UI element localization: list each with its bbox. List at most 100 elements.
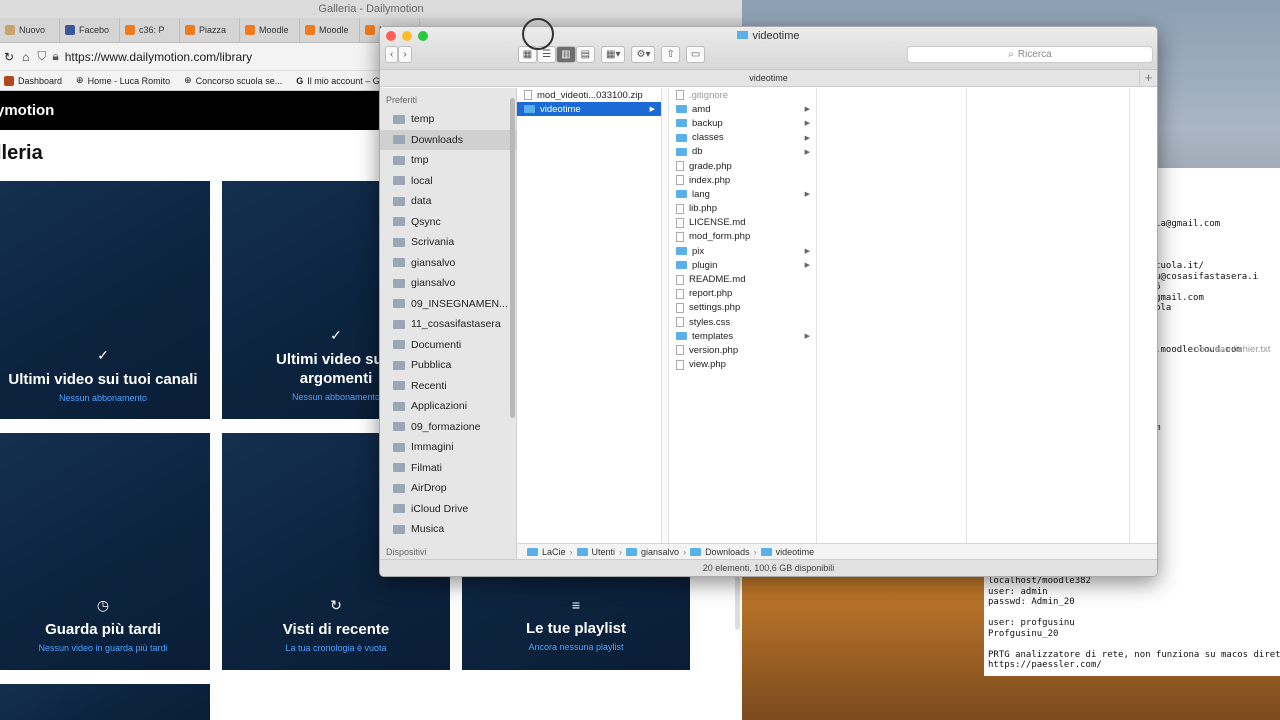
sidebar-item[interactable]: Scrivania <box>380 232 516 253</box>
library-card[interactable] <box>0 684 210 720</box>
add-tab-button[interactable]: + <box>1139 70 1157 86</box>
sidebar-item[interactable]: Filmati <box>380 458 516 479</box>
folder-icon <box>393 483 405 493</box>
file-row[interactable]: index.php <box>669 173 816 187</box>
globe-icon: ⊕ <box>76 75 84 85</box>
sidebar-item[interactable]: tmp <box>380 150 516 171</box>
file-row[interactable]: backup ▶ <box>669 116 816 130</box>
folder-icon <box>393 463 405 473</box>
tag-icon[interactable]: ▭ <box>685 46 706 63</box>
gallery-view-icon[interactable]: ▤ <box>575 46 596 63</box>
file-name: version.php <box>689 344 739 356</box>
browser-tab[interactable]: Facebo <box>60 17 120 43</box>
sidebar-item[interactable]: Pubblica <box>380 355 516 376</box>
browser-tab[interactable]: Nuovo <box>0 17 60 43</box>
browser-tab[interactable]: Piazza <box>180 17 240 43</box>
sidebar-item[interactable]: Applicazioni <box>380 396 516 417</box>
file-row[interactable]: grade.php <box>669 159 816 173</box>
file-row[interactable]: pix ▶ <box>669 244 816 258</box>
sidebar-item[interactable]: Qsync <box>380 212 516 233</box>
forward-button[interactable]: › <box>398 46 412 63</box>
bookmark-item[interactable]: G Il mio account – G <box>296 76 380 86</box>
sidebar-scrollbar[interactable] <box>510 98 515 418</box>
sidebar-item[interactable]: giansalvo <box>380 253 516 274</box>
sidebar-item[interactable]: Documenti <box>380 335 516 356</box>
file-row[interactable]: report.php <box>669 287 816 301</box>
file-row[interactable]: mod_form.php <box>669 230 816 244</box>
sidebar-item-label: Recenti <box>411 379 447 392</box>
library-card[interactable]: ◷ Guarda più tardi Nessun video in guard… <box>0 433 210 670</box>
breadcrumb-item[interactable]: giansalvo <box>641 547 679 557</box>
file-row[interactable]: amd ▶ <box>669 102 816 116</box>
sidebar-item[interactable]: Musica <box>380 519 516 540</box>
folder-icon <box>393 196 405 206</box>
search-input[interactable]: ⌕ Ricerca <box>907 46 1153 63</box>
file-icon <box>676 302 684 313</box>
bookmark-item[interactable]: Dashboard <box>4 75 62 86</box>
home-icon[interactable]: ⌂ <box>22 50 29 64</box>
library-card[interactable]: ✓ Ultimi video sui tuoi canali Nessun ab… <box>0 181 210 419</box>
file-row[interactable]: db ▶ <box>669 145 816 159</box>
chevron-right-icon: ▶ <box>804 106 810 114</box>
sidebar-item[interactable]: AirDrop <box>380 478 516 499</box>
column-view-icon[interactable]: ▥ <box>556 46 576 63</box>
sidebar-item-label: Scrivania <box>411 236 455 249</box>
breadcrumb-item[interactable]: LaCie <box>542 547 566 557</box>
sidebar-item-label: Applicazioni <box>411 400 468 413</box>
browser-tab[interactable]: Moodle <box>240 17 300 43</box>
sidebar-item[interactable]: 09_INSEGNAMEN... <box>380 294 516 315</box>
file-row[interactable]: mod_videoti...033100.zip <box>517 88 661 102</box>
editor-line: user: admin <box>988 586 1048 597</box>
group-icon[interactable]: ▦▾ <box>601 46 626 63</box>
sidebar-item[interactable]: local <box>380 171 516 192</box>
browser-tab[interactable]: c36: P <box>120 17 180 43</box>
file-row[interactable]: plugin ▶ <box>669 258 816 272</box>
chevron-right-icon: ▶ <box>649 106 655 114</box>
sidebar-item[interactable]: data <box>380 191 516 212</box>
file-row[interactable]: lang ▶ <box>669 187 816 201</box>
sidebar-item[interactable]: iCloud Drive <box>380 499 516 520</box>
bookmark-item[interactable]: ⊕ Home - Luca Romito <box>76 75 170 86</box>
breadcrumb-item[interactable]: videotime <box>776 547 815 557</box>
file-name: videotime <box>540 103 581 115</box>
file-row[interactable]: .gitignore <box>669 88 816 102</box>
file-row[interactable]: view.php <box>669 358 816 372</box>
bookmark-item[interactable]: ⊕ Concorso scuola se... <box>184 75 282 86</box>
sidebar-item[interactable]: 09_formazione <box>380 417 516 438</box>
sidebar-item-label: Filmati <box>411 461 442 474</box>
file-row[interactable]: classes ▶ <box>669 131 816 145</box>
tab-favicon-icon <box>5 25 15 35</box>
folder-icon <box>393 381 405 391</box>
file-name: LICENSE.md <box>689 217 746 229</box>
toolbar-buttons: ‹ › ▦ ☰ ▥ ▤ ▦▾ ⚙▾ ⇧ ▭ <box>385 46 706 63</box>
sidebar-item[interactable]: 11_cosasifastasera <box>380 314 516 335</box>
chevron-right-icon: › <box>683 547 687 557</box>
back-button[interactable]: ‹ <box>385 46 399 63</box>
file-icon <box>676 175 684 186</box>
file-row[interactable]: settings.php <box>669 301 816 315</box>
sidebar-item-label: Musica <box>411 523 445 536</box>
reload-icon[interactable]: ↻ <box>4 50 14 64</box>
sidebar-item[interactable]: Immagini <box>380 437 516 458</box>
folder-icon <box>393 176 405 186</box>
file-row[interactable]: styles.css <box>669 315 816 329</box>
breadcrumb-item[interactable]: Downloads <box>705 547 750 557</box>
file-row[interactable]: videotime ▶ <box>517 102 661 117</box>
sidebar-item[interactable]: Downloads <box>380 129 516 150</box>
gear-icon[interactable]: ⚙▾ <box>631 46 656 63</box>
file-row[interactable]: LICENSE.md <box>669 216 816 230</box>
sidebar-item[interactable]: Recenti <box>380 376 516 397</box>
breadcrumb-item[interactable]: Utenti <box>592 547 616 557</box>
file-row[interactable]: templates ▶ <box>669 329 816 343</box>
file-row[interactable]: lib.php <box>669 202 816 216</box>
chevron-right-icon: ▶ <box>804 191 810 199</box>
google-icon: G <box>296 75 304 86</box>
share-icon[interactable]: ⇧ <box>661 46 680 63</box>
brand-logo[interactable]: ymotion <box>0 102 54 119</box>
file-row[interactable]: version.php <box>669 343 816 357</box>
browser-tab[interactable]: Moodle <box>300 17 360 43</box>
sidebar-item[interactable]: temp <box>380 109 516 130</box>
folder-icon <box>676 133 687 142</box>
sidebar-item[interactable]: giansalvo <box>380 273 516 294</box>
file-row[interactable]: README.md <box>669 272 816 286</box>
